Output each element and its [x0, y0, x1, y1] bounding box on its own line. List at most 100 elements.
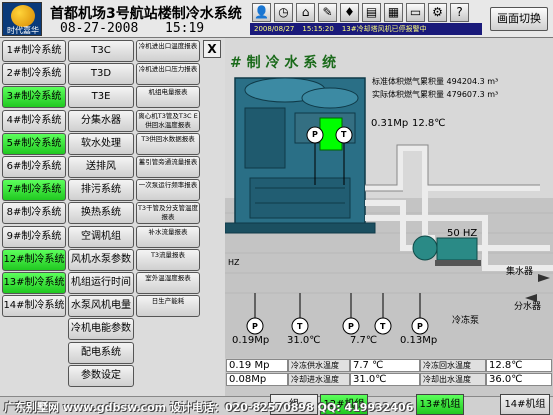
report-button[interactable]: 冷机进出口压力报表 [136, 63, 200, 86]
report-button[interactable]: 蓄引管旁通流量报表 [136, 156, 200, 178]
right-pressure: 0.13Mp [400, 335, 438, 346]
toolbar-button-settings[interactable]: ⚙ [428, 3, 447, 22]
home-icon: ⌂ [301, 5, 310, 19]
report-button[interactable]: 日生产能耗 [136, 295, 200, 318]
clock-icon: ◷ [278, 5, 289, 19]
subsystem-button[interactable]: 配电系统 [68, 341, 134, 364]
report-button[interactable]: T3流量报表 [136, 248, 200, 271]
system-button[interactable]: 4#制冷系统 [2, 109, 66, 132]
table-label-2: 冷却出水温度 [420, 373, 486, 386]
system-button[interactable]: 9#制冷系统 [2, 225, 66, 248]
standard-volume-stat: 标准体积燃气累积量 494204.3 m³ [372, 76, 498, 87]
actual-volume-label: 实际体积燃气累积量 [372, 90, 444, 99]
subsystem-button[interactable]: 软水处理 [68, 132, 134, 155]
subsystem-button[interactable]: 冷机电能参数 [68, 318, 134, 341]
toolbar-button-clock[interactable]: ◷ [274, 3, 293, 22]
system-button[interactable]: 13#制冷系统 [2, 272, 66, 294]
absorption-chiller-icon [225, 77, 376, 234]
report-button[interactable]: 补水流量报表 [136, 225, 200, 248]
report-button[interactable]: 离心机T3管及T3C E供回水温度报表 [136, 109, 200, 132]
gauge-label-p1: P [252, 322, 258, 331]
watermark-text: 广东别墅网 www.gdbsw.com 设计电话：020-82570898 QQ… [4, 401, 414, 414]
system-button[interactable]: 7#制冷系统 [2, 179, 66, 202]
subsystem-button[interactable]: 送排风 [68, 156, 134, 178]
app-title: 首都机场3号航站楼制冷水系统 [50, 6, 242, 22]
subsystem-button[interactable]: 换热系统 [68, 202, 134, 225]
actual-volume-value: 479607.3 [446, 90, 485, 99]
help-icon: ? [456, 5, 463, 19]
print-icon: ▤ [365, 5, 378, 19]
distributor-label: 分水器 [514, 302, 542, 312]
alarm-status-bar[interactable]: 2008/08/27 15:15:20 13#冷却塔风机已停报警中 [250, 23, 482, 35]
chart-icon: ▦ [387, 5, 400, 19]
table-label-1: 冷冻供水温度 [288, 359, 350, 372]
screen-switch-button[interactable]: 画面切换 [490, 7, 548, 31]
system-button[interactable]: 12#制冷系统 [2, 248, 66, 271]
unit-button[interactable]: 13#机组 [416, 394, 464, 415]
table-label-1: 冷却进水温度 [288, 373, 350, 386]
system-button[interactable]: 3#制冷系统 [2, 86, 66, 109]
close-menu-button[interactable]: X [203, 40, 221, 58]
user-icon: 👤 [254, 5, 269, 19]
subsystem-button[interactable]: 空调机组 [68, 225, 134, 248]
table-left-value: 0.08Mp [226, 373, 288, 386]
subsystem-button[interactable]: 分集水器 [68, 109, 134, 132]
system-button[interactable]: 2#制冷系统 [2, 63, 66, 86]
subsystem-button[interactable]: 参数设定 [68, 364, 134, 387]
status-time: 15:15:20 [302, 25, 334, 33]
system-button[interactable]: 8#制冷系统 [2, 202, 66, 225]
report-button[interactable]: 机组电量报表 [136, 86, 200, 109]
system-button[interactable]: 6#制冷系统 [2, 156, 66, 178]
report-button[interactable]: 冷机进出口温度报表 [136, 40, 200, 62]
alarm-icon: ♦ [344, 5, 355, 19]
toolbar-button-print[interactable]: ▤ [362, 3, 381, 22]
standard-volume-unit: m³ [487, 77, 499, 86]
subsystem-button[interactable]: 风机水泵参数 [68, 248, 134, 271]
status-date: 2008/08/27 [254, 25, 295, 33]
edit-icon: ✎ [322, 5, 333, 19]
system-button[interactable]: 1#制冷系统 [2, 40, 66, 62]
report-button[interactable]: 室外温湿度报表 [136, 272, 200, 294]
gauge-label-p3: P [417, 322, 423, 331]
unit-button[interactable]: 14#机组 [500, 394, 550, 415]
actual-volume-stat: 实际体积燃气累积量 479607.3 m³ [372, 89, 498, 100]
toolbar-button-home[interactable]: ⌂ [296, 3, 315, 22]
subsystem-button[interactable]: 机组运行时间 [68, 272, 134, 294]
table-value-1: 31.0℃ [350, 373, 420, 386]
subsystem-button[interactable]: 排污系统 [68, 179, 134, 202]
subsystem-button[interactable]: T3E [68, 86, 134, 109]
standard-volume-value: 494204.3 [446, 77, 485, 86]
toolbar-button-help[interactable]: ? [450, 3, 469, 22]
mid-temp-2: 7.7℃ [350, 335, 378, 346]
table-value-2: 36.0℃ [486, 373, 552, 386]
gauge-label-top-pressure: P [312, 130, 318, 139]
collector-label: 集水器 [506, 267, 534, 277]
pipe-outlines [365, 144, 540, 192]
report-button[interactable]: 一次泵运行频率报表 [136, 179, 200, 202]
mid-temp: 31.0℃ [287, 335, 321, 346]
standard-volume-label: 标准体积燃气累积量 [372, 77, 444, 86]
gear-icon: ⚙ [432, 5, 443, 19]
report-button[interactable]: T3供回水数据报表 [136, 132, 200, 155]
system-button[interactable]: 5#制冷系统 [2, 132, 66, 155]
toolbar-button-edit[interactable]: ✎ [318, 3, 337, 22]
gauge-label-t1: T [297, 322, 303, 331]
company-logo: 时代嘉华 [2, 2, 42, 36]
table-value-2: 12.8℃ [486, 359, 552, 372]
toolbar-button-monitor[interactable]: ▭ [406, 3, 425, 22]
table-value-1: 7.7 ℃ [350, 359, 420, 372]
toolbar-button-chart[interactable]: ▦ [384, 3, 403, 22]
monitor-icon: ▭ [409, 5, 422, 19]
report-button[interactable]: T3干管及分支管温度报表 [136, 202, 200, 225]
subsystem-button[interactable]: 水泵风机电量 [68, 295, 134, 318]
left-hz-label: HZ [228, 258, 240, 267]
subsystem-button[interactable]: T3D [68, 63, 134, 86]
left-pressure: 0.19Mp [232, 335, 270, 346]
system-button[interactable]: 14#制冷系统 [2, 295, 66, 318]
toolbar-button-user[interactable]: 👤 [252, 3, 271, 22]
status-message: 13#冷却塔风机已停报警中 [341, 25, 427, 33]
actual-volume-unit: m³ [487, 90, 499, 99]
toolbar-button-alarm[interactable]: ♦ [340, 3, 359, 22]
system-title: # 制 冷 水 系 统 [230, 55, 337, 71]
subsystem-button[interactable]: T3C [68, 40, 134, 62]
